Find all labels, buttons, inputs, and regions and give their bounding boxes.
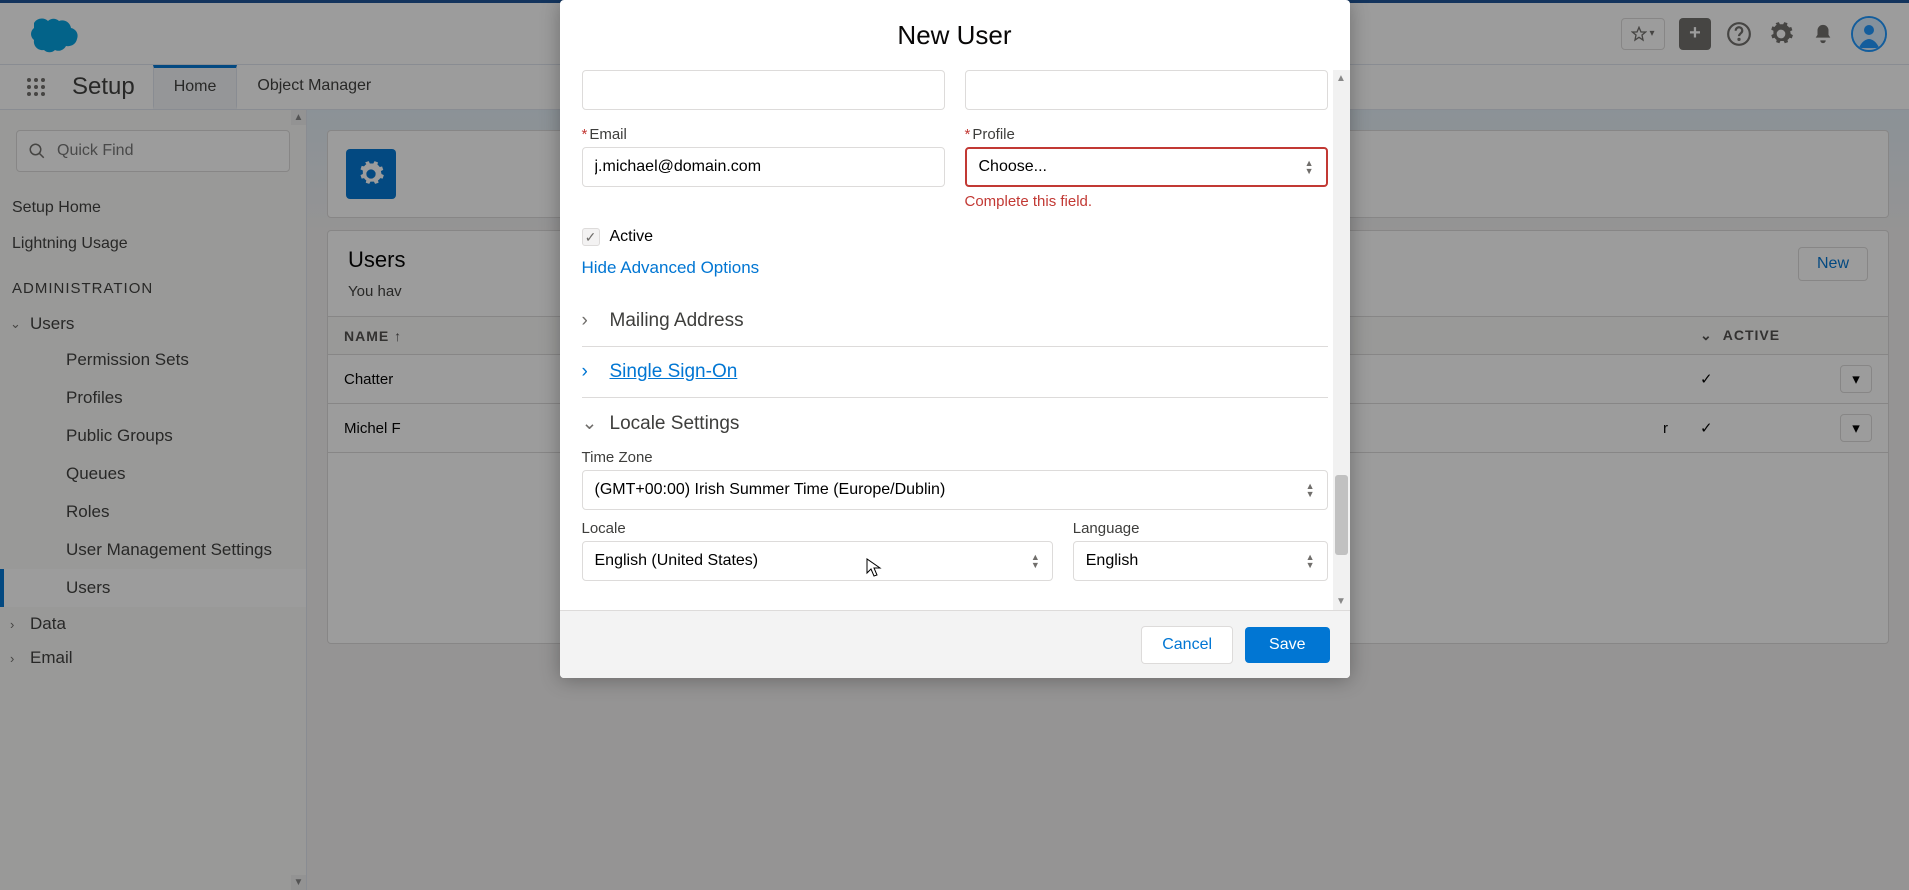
scroll-up-arrow[interactable]: ▲ [1333,70,1350,87]
email-field-group: *Email [582,126,945,210]
profile-label: *Profile [965,126,1328,143]
modal-body: *Email *Profile Choose... ▲▼ Complete th… [560,70,1350,610]
language-value: English [1086,552,1138,570]
timezone-select[interactable]: (GMT+00:00) Irish Summer Time (Europe/Du… [582,470,1328,510]
timezone-label: Time Zone [582,449,1328,466]
modal-title: New User [560,0,1350,70]
cancel-button[interactable]: Cancel [1141,626,1233,664]
scroll-thumb[interactable] [1335,475,1348,555]
select-spinner-icon: ▲▼ [1305,159,1314,175]
language-label: Language [1073,520,1328,537]
section-locale-settings[interactable]: ⌄ Locale Settings [582,398,1328,449]
active-checkbox[interactable]: ✓ [582,228,600,246]
section-label: Single Sign-On [610,361,738,383]
modal-footer: Cancel Save [560,610,1350,678]
new-user-modal: New User *Email *Profile Choose... ▲▼ Co… [560,0,1350,678]
timezone-value: (GMT+00:00) Irish Summer Time (Europe/Du… [595,481,946,499]
profile-field-group: *Profile Choose... ▲▼ Complete this fiel… [965,126,1328,210]
prev-input-placeholder [582,70,945,110]
section-sso[interactable]: › Single Sign-On [582,347,1328,398]
email-input[interactable] [582,147,945,187]
chevron-right-icon: › [582,361,598,383]
email-label: *Email [582,126,945,143]
prev-input-placeholder [965,70,1328,110]
profile-value: Choose... [979,158,1047,176]
modal-scrollbar[interactable]: ▲ ▼ [1333,70,1350,610]
locale-select[interactable]: English (United States) ▲▼ [582,541,1053,581]
select-spinner-icon: ▲▼ [1306,553,1315,569]
section-mailing-address[interactable]: › Mailing Address [582,296,1328,347]
locale-label: Locale [582,520,1053,537]
save-button[interactable]: Save [1245,627,1329,663]
active-checkbox-row[interactable]: ✓ Active [582,228,1328,246]
scroll-down-arrow[interactable]: ▼ [1333,593,1350,610]
section-label: Mailing Address [610,310,744,332]
section-label: Locale Settings [610,413,740,435]
locale-value: English (United States) [595,552,759,570]
chevron-right-icon: › [582,310,598,332]
profile-error-message: Complete this field. [965,193,1328,210]
select-spinner-icon: ▲▼ [1306,482,1315,498]
chevron-down-icon: ⌄ [582,412,598,435]
select-spinner-icon: ▲▼ [1031,553,1040,569]
active-label: Active [610,228,654,246]
language-select[interactable]: English ▲▼ [1073,541,1328,581]
hide-advanced-link[interactable]: Hide Advanced Options [582,258,760,278]
profile-select[interactable]: Choose... ▲▼ [965,147,1328,187]
